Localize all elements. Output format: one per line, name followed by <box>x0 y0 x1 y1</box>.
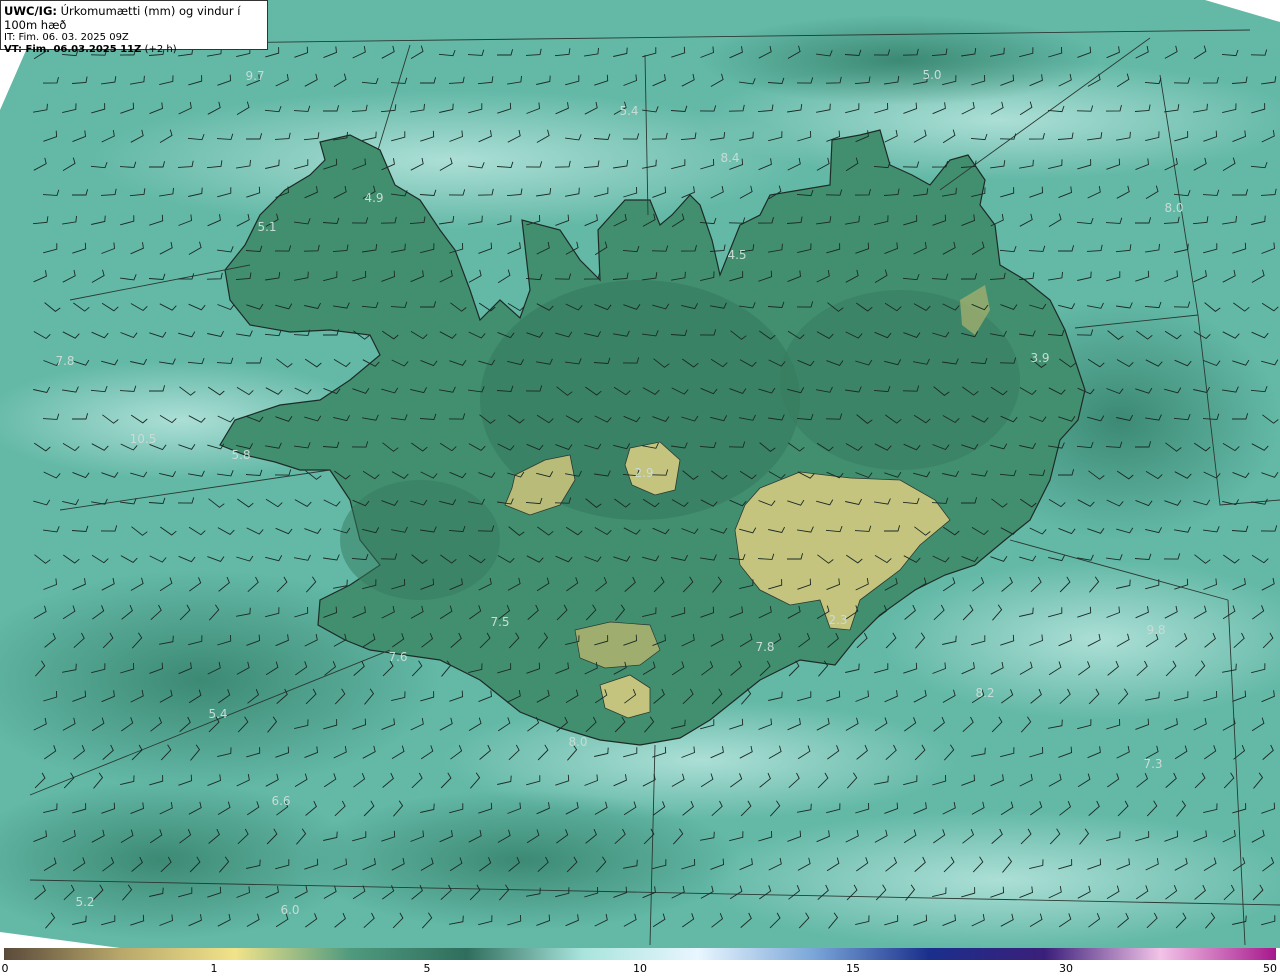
value-label: 5.4 <box>619 104 638 118</box>
value-label: 6.0 <box>280 903 299 917</box>
colorbar-tick: 0 <box>1 962 9 975</box>
colorbar-tick: 30 <box>1059 962 1073 975</box>
value-label: 5.4 <box>208 707 227 721</box>
colorbar-tick: 10 <box>633 962 647 975</box>
info-box: UWC/IG: Úrkomumætti (mm) og vindur í 100… <box>0 0 268 55</box>
value-label: 7.8 <box>755 640 774 654</box>
value-label: 5.8 <box>231 448 250 462</box>
forecast-offset: (+2 h) <box>144 44 177 55</box>
colorbar-legend: 0 1 5 10 15 30 50 <box>0 948 1280 978</box>
colorbar-tick: 1 <box>210 962 218 975</box>
value-label: 3.9 <box>1030 351 1049 365</box>
info-title-line: UWC/IG: Úrkomumætti (mm) og vindur í 100… <box>4 4 267 32</box>
weather-map: 9.7 5.0 5.4 8.4 4.9 5.1 4.5 8.0 3.9 7.8 … <box>0 0 1280 948</box>
value-label: 4.5 <box>727 248 746 262</box>
value-label: 8.2 <box>975 686 994 700</box>
value-label: 9.7 <box>245 69 264 83</box>
value-label: 7.5 <box>490 615 509 629</box>
value-label: 8.4 <box>720 151 739 165</box>
colorbar-tick: 50 <box>1263 962 1277 975</box>
value-label: 7.6 <box>388 650 407 664</box>
value-label: 5.0 <box>922 68 941 82</box>
valid-time-line: VT: Fim. 06.03.2025 11Z (+2 h) <box>4 44 267 56</box>
value-label: 2.3 <box>828 613 847 627</box>
init-time: IT: Fim. 06. 03. 2025 09Z <box>4 32 129 43</box>
value-label: 9.8 <box>1146 623 1165 637</box>
value-label: 7.8 <box>55 354 74 368</box>
product-prefix: UWC/IG: <box>4 4 57 18</box>
colorbar-tick: 5 <box>423 962 431 975</box>
valid-time: VT: Fim. 06.03.2025 11Z <box>4 44 142 55</box>
value-label: 5.2 <box>75 895 94 909</box>
value-label: 2.9 <box>634 466 653 480</box>
value-label: 5.1 <box>257 220 276 234</box>
colorbar-strip <box>4 948 1276 960</box>
value-label: 6.6 <box>271 794 290 808</box>
value-label: 7.3 <box>1143 757 1162 771</box>
value-label: 8.0 <box>1164 201 1183 215</box>
value-label: 4.9 <box>364 191 383 205</box>
colorbar-tick: 15 <box>846 962 860 975</box>
value-label: 8.0 <box>568 735 587 749</box>
value-label: 10.5 <box>130 432 157 446</box>
